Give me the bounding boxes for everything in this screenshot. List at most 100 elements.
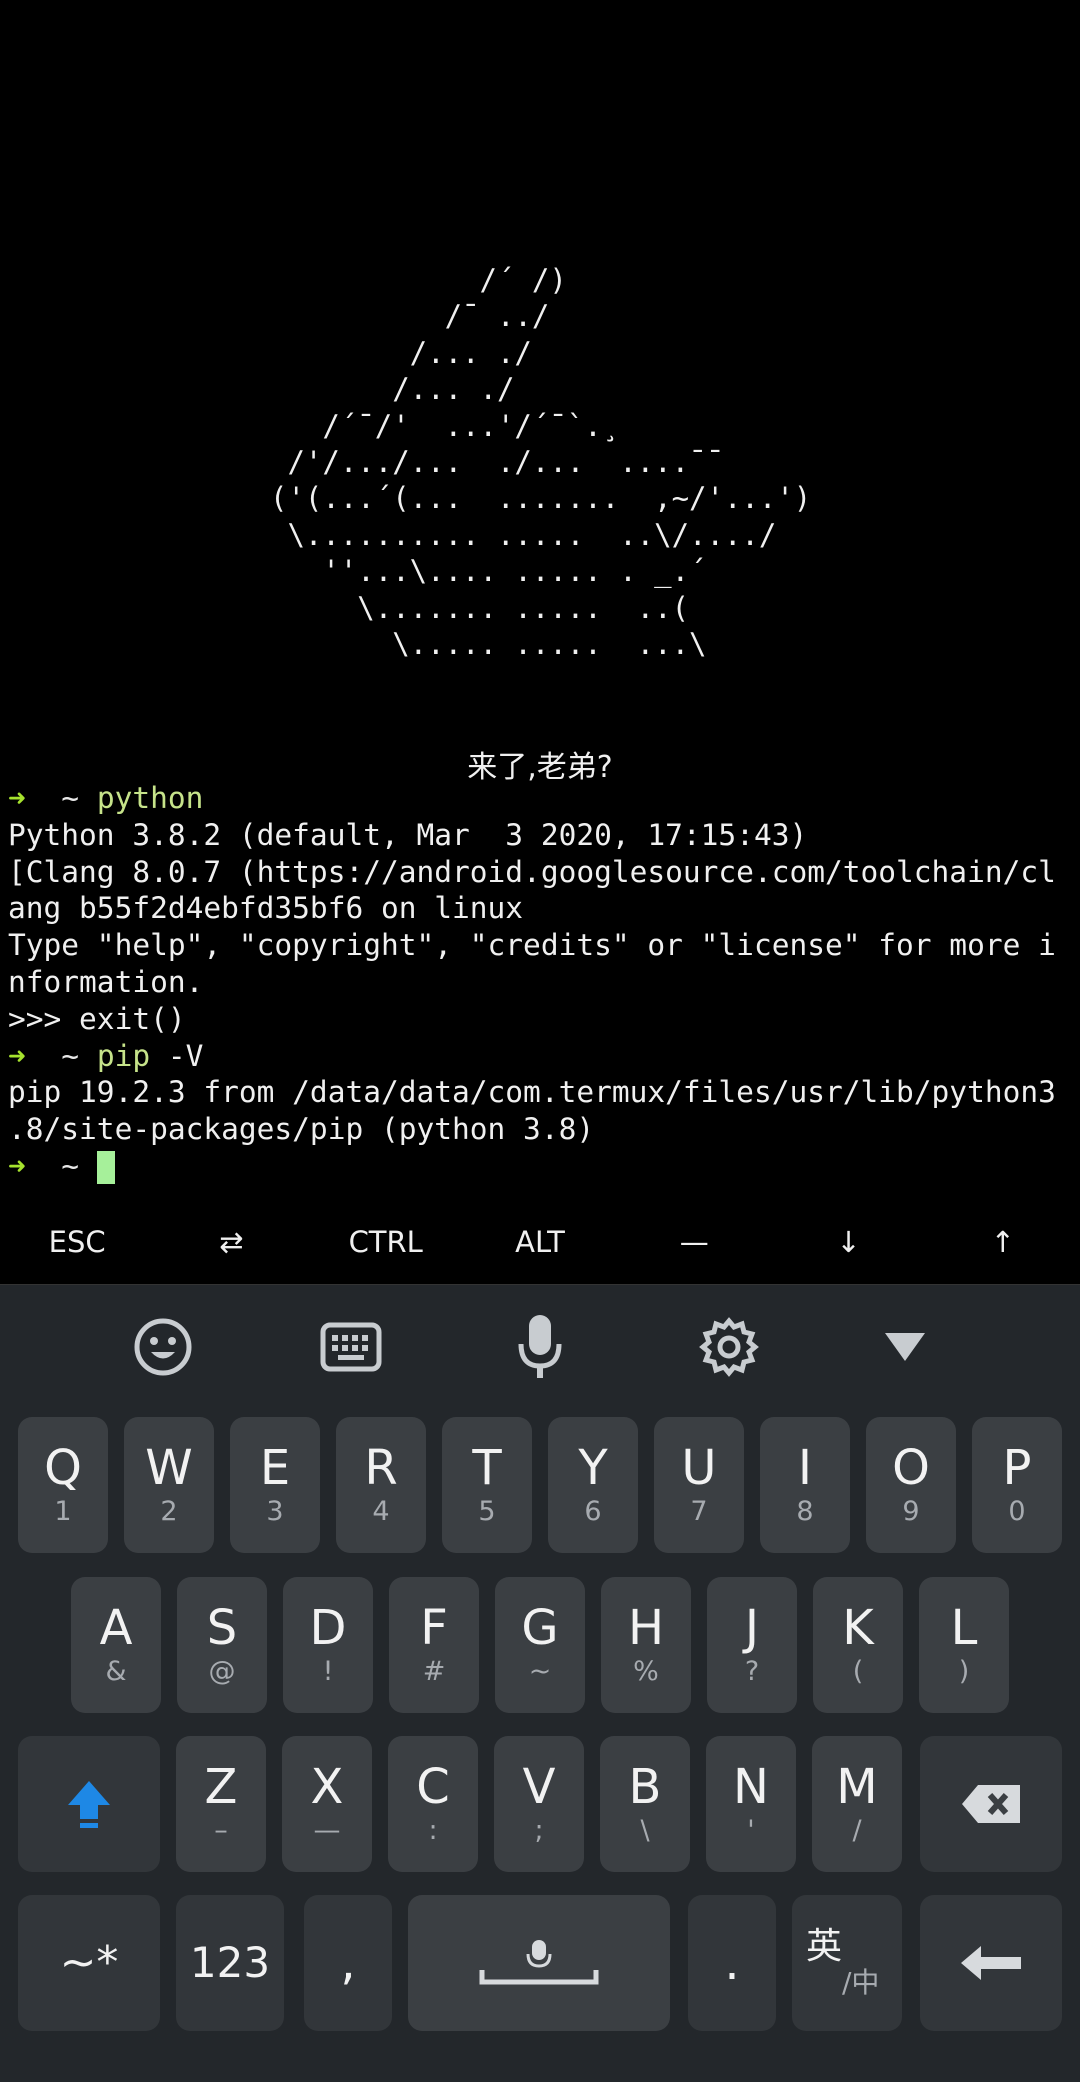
- key-label: X: [310, 1759, 344, 1815]
- key-label: S: [206, 1600, 238, 1656]
- key-label: F: [420, 1600, 448, 1656]
- key-label: R: [364, 1440, 398, 1496]
- key-z[interactable]: Z –: [176, 1736, 266, 1872]
- output-line: [Clang 8.0.7 (https://android.googlesour…: [8, 854, 1056, 889]
- key-v[interactable]: V;: [494, 1736, 584, 1872]
- key-sublabel: 0: [1008, 1496, 1026, 1527]
- key-b[interactable]: B \: [600, 1736, 690, 1872]
- key-sublabel: ): [958, 1656, 970, 1687]
- output-line: pip 19.2.3 from /data/data/com.termux/fi…: [8, 1075, 1056, 1110]
- key-l[interactable]: L): [919, 1577, 1009, 1713]
- arrow-up-key[interactable]: ↑: [926, 1200, 1080, 1284]
- key-j[interactable]: J?: [707, 1577, 797, 1713]
- keyboard-icon[interactable]: [316, 1315, 386, 1379]
- prompt-arrow-icon: ➜: [8, 1038, 26, 1073]
- key-label: Q: [44, 1440, 82, 1496]
- key-y[interactable]: Y6: [548, 1417, 638, 1553]
- key-i[interactable]: I8: [760, 1417, 850, 1553]
- key-m[interactable]: M /: [812, 1736, 902, 1872]
- tab-key[interactable]: ⇄: [154, 1200, 308, 1284]
- key-label: I: [797, 1440, 813, 1496]
- key-e[interactable]: E3: [230, 1417, 320, 1553]
- comma-key[interactable]: ,: [304, 1895, 392, 2031]
- key-label: H: [627, 1600, 665, 1656]
- key-w[interactable]: W2: [124, 1417, 214, 1553]
- prompt-dir: ~: [61, 1148, 80, 1183]
- key-label: T: [472, 1440, 502, 1496]
- key-q[interactable]: Q1: [18, 1417, 108, 1553]
- key-r[interactable]: R4: [336, 1417, 426, 1553]
- key-c[interactable]: C:: [388, 1736, 478, 1872]
- key-sublabel: #: [422, 1656, 446, 1687]
- emoji-icon[interactable]: [128, 1315, 198, 1379]
- terminal-screen[interactable]: /´ /) /¯ ../ /... ./ /... ./ /´¯/' ...'/…: [0, 0, 1080, 1200]
- esc-key[interactable]: ESC: [0, 1200, 154, 1284]
- command-args: -V: [150, 1038, 204, 1073]
- key-p[interactable]: P0: [972, 1417, 1062, 1553]
- command-name: pip: [96, 1038, 151, 1073]
- key-g[interactable]: G ~: [495, 1577, 585, 1713]
- key-label: J: [744, 1600, 760, 1656]
- shift-key[interactable]: [18, 1736, 160, 1872]
- key-o[interactable]: O9: [866, 1417, 956, 1553]
- prompt-line: ➜ ~ python: [8, 780, 1080, 817]
- space-key[interactable]: [408, 1895, 670, 2031]
- numbers-key[interactable]: 123: [176, 1895, 284, 2031]
- settings-icon[interactable]: [694, 1315, 764, 1379]
- key-sublabel: (: [852, 1656, 864, 1687]
- key-label: D: [309, 1600, 347, 1656]
- key-label: U: [681, 1440, 717, 1496]
- prompt-dir: ~: [61, 781, 80, 815]
- key-sublabel: ?: [744, 1656, 760, 1687]
- key-t[interactable]: T5: [442, 1417, 532, 1553]
- terminal-cursor[interactable]: [96, 1150, 115, 1184]
- key-k[interactable]: K(: [813, 1577, 903, 1713]
- backspace-key[interactable]: [920, 1736, 1062, 1872]
- ascii-art-banner: /´ /) /¯ ../ /... ./ /... ./ /´¯/' ...'/…: [270, 263, 812, 662]
- output-line: .8/site-packages/pip (python 3.8): [8, 1112, 595, 1147]
- key-sublabel: !: [322, 1656, 334, 1687]
- dash-key[interactable]: —: [617, 1200, 771, 1284]
- key-label: W: [145, 1440, 193, 1496]
- enter-key[interactable]: [920, 1895, 1062, 2031]
- collapse-icon[interactable]: [870, 1315, 940, 1379]
- key-sublabel: 1: [54, 1496, 72, 1527]
- key-label: V: [522, 1759, 556, 1815]
- key-sublabel: 5: [478, 1496, 496, 1527]
- command-name: python: [96, 781, 204, 815]
- key-a[interactable]: A &: [71, 1577, 161, 1713]
- key-sublabel: 7: [690, 1496, 708, 1527]
- key-label: K: [842, 1600, 874, 1656]
- key-n[interactable]: N ': [706, 1736, 796, 1872]
- key-sublabel: ': [747, 1815, 755, 1846]
- key-d[interactable]: D!: [283, 1577, 373, 1713]
- key-x[interactable]: X —: [282, 1736, 372, 1872]
- ctrl-key[interactable]: CTRL: [309, 1200, 463, 1284]
- output-line: Type "help", "copyright", "credits" or "…: [8, 928, 1056, 963]
- key-label: Z: [204, 1759, 238, 1815]
- language-switch-key[interactable]: 英 /中: [792, 1895, 902, 2031]
- key-label: O: [892, 1440, 930, 1496]
- alt-key[interactable]: ALT: [463, 1200, 617, 1284]
- key-s[interactable]: S @: [177, 1577, 267, 1713]
- symbols-key[interactable]: ~*: [18, 1895, 160, 2031]
- period-key[interactable]: .: [688, 1895, 776, 2031]
- microphone-icon[interactable]: [505, 1315, 575, 1379]
- key-f[interactable]: F #: [389, 1577, 479, 1713]
- soft-keyboard: Q1W2E3R4T5Y6U7I8O9P0 A & S @ D! F # G ~ H% J? K(L) …: [0, 1285, 1080, 2082]
- key-sublabel: 8: [796, 1496, 814, 1527]
- key-sublabel: &: [105, 1656, 127, 1687]
- key-label: L: [950, 1600, 978, 1656]
- arrow-down-key[interactable]: ↓: [771, 1200, 925, 1284]
- key-u[interactable]: U7: [654, 1417, 744, 1553]
- key-sublabel: 6: [584, 1496, 602, 1527]
- key-label: P: [1002, 1440, 1032, 1496]
- prompt-arrow-icon: ➜: [8, 781, 26, 815]
- prompt-line: ➜ ~ pip -V: [8, 1038, 1080, 1075]
- prompt-arrow-icon: ➜: [8, 1148, 26, 1183]
- key-sublabel: :: [428, 1815, 438, 1846]
- key-h[interactable]: H%: [601, 1577, 691, 1713]
- key-sublabel: 9: [902, 1496, 920, 1527]
- key-label: A: [99, 1600, 133, 1656]
- keyboard-toolbar: [0, 1285, 1080, 1405]
